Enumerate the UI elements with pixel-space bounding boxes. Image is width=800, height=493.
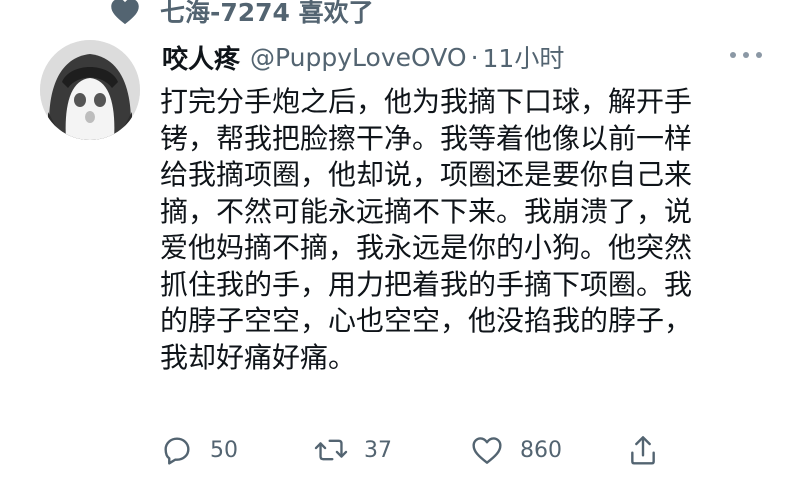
more-options-icon[interactable]: [730, 42, 762, 68]
share-icon: [626, 433, 660, 467]
tweet-text-line: 的脖子空空，心也空空，他没掐我的脖子，: [160, 304, 693, 337]
action-bar: 50 37 860: [160, 428, 680, 472]
retweet-button[interactable]: 37: [314, 428, 392, 472]
social-context-text: 七海-7274 喜欢了: [160, 0, 374, 27]
like-count: 860: [520, 437, 562, 463]
retweet-count: 37: [364, 437, 392, 463]
heart-icon: [110, 0, 140, 26]
reply-count: 50: [210, 437, 238, 463]
social-context[interactable]: 七海-7274 喜欢了: [110, 0, 374, 28]
tweet-header: 咬人疼 @PuppyLoveOVO · 11小时: [162, 38, 564, 76]
retweet-icon: [314, 433, 348, 467]
more-dot: [730, 52, 736, 58]
share-button[interactable]: [626, 428, 660, 472]
tweet-text-line: 摘，不然可能永远摘不下来。我崩溃了，说: [160, 194, 693, 228]
avatar[interactable]: [40, 40, 140, 140]
header-separator: ·: [470, 42, 479, 72]
tweet-text-line: 给我摘项圈，他却说，项圈还是要你自己来: [160, 158, 693, 191]
reply-button[interactable]: 50: [160, 428, 238, 472]
tweet-text-line: 我却好痛好痛。: [160, 340, 357, 374]
more-dot: [743, 52, 749, 58]
reply-icon: [160, 433, 194, 467]
like-button[interactable]: 860: [470, 428, 562, 472]
display-name[interactable]: 咬人疼: [162, 39, 240, 76]
tweet-text-line: 抓住我的手，用力把着我的手摘下项圈。我: [160, 267, 693, 301]
tweet-text-line: 打完分手炮之后，他为我摘下口球，解开手: [160, 85, 693, 118]
tweet-text-line: 爱他妈摘不摘，我永远是你的小狗。他突然: [160, 231, 693, 264]
user-handle[interactable]: @PuppyLoveOVO: [250, 43, 467, 72]
tweet-text: 打完分手炮之后，他为我摘下口球，解开手 铐，帮我把脸擦干净。我等着他像以前一样 …: [160, 84, 760, 376]
like-heart-icon: [470, 433, 504, 467]
tweet-text-line: 铐，帮我把脸擦干净。我等着他像以前一样: [160, 121, 693, 155]
more-dot: [756, 52, 762, 58]
tweet-time[interactable]: 11小时: [483, 39, 565, 75]
